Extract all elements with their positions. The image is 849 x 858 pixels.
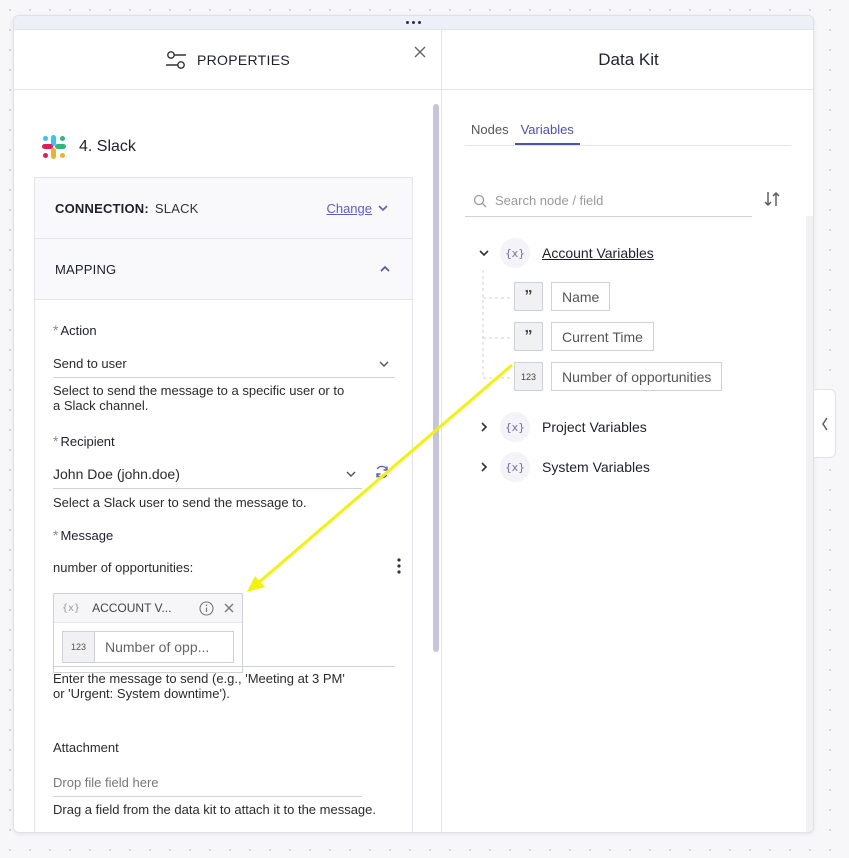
connection-value: SLACK xyxy=(154,200,199,216)
data-kit-title: Data Kit xyxy=(598,49,659,69)
action-field: * Action xyxy=(53,322,395,338)
properties-window: PROPERTIES 4. Slack CONNECTION: SLACK Ch… xyxy=(13,15,814,833)
text-type-icon: ” xyxy=(514,322,543,351)
recipient-value: John Doe (john.doe) xyxy=(53,465,180,482)
search-bar xyxy=(465,185,752,217)
chevron-down-icon xyxy=(346,471,356,477)
variable-name: Number of opportunities xyxy=(551,362,723,391)
group-account-variables[interactable]: {x} Account Variables xyxy=(477,238,654,268)
message-text[interactable]: number of opportunities: xyxy=(53,560,193,575)
variable-item[interactable]: 123 Number of opportunities xyxy=(514,362,723,391)
group-name: Project Variables xyxy=(542,419,647,435)
group-name: System Variables xyxy=(542,459,650,475)
chevron-down-icon xyxy=(479,250,489,257)
message-underline xyxy=(53,666,395,667)
scrollbar[interactable] xyxy=(433,104,439,652)
change-connection-button[interactable]: Change xyxy=(326,201,388,216)
text-type-icon: ” xyxy=(514,282,543,311)
sort-icon[interactable] xyxy=(763,190,781,208)
data-kit-tabs: Nodes Variables xyxy=(465,116,791,146)
connection-row: CONNECTION: SLACK Change xyxy=(35,178,412,239)
token-header: {x} ACCOUNT V... xyxy=(54,594,242,623)
search-input[interactable] xyxy=(495,193,735,208)
message-help: Enter the message to send (e.g., 'Meetin… xyxy=(53,671,345,701)
action-help: Select to send the message to a specific… xyxy=(53,383,345,413)
action-label: * Action xyxy=(53,322,97,338)
chevron-right-icon xyxy=(481,462,488,472)
drag-handle[interactable] xyxy=(14,16,813,30)
variable-token[interactable]: {x} ACCOUNT V... 123 Number of opp... xyxy=(53,593,243,673)
node-title: 4. Slack xyxy=(41,134,136,160)
chevron-up-icon xyxy=(380,265,390,272)
attachment-placeholder: Drop file field here xyxy=(53,775,159,790)
recipient-help: Select a Slack user to send the message … xyxy=(53,495,307,510)
message-label: * Message xyxy=(53,527,114,543)
number-type-icon: 123 xyxy=(514,362,543,391)
variable-icon: {x} xyxy=(500,412,530,442)
more-dots-icon xyxy=(406,21,421,24)
recipient-select[interactable]: John Doe (john.doe) xyxy=(53,459,362,489)
number-type-badge: 123 xyxy=(63,632,95,662)
properties-panel: PROPERTIES 4. Slack CONNECTION: SLACK Ch… xyxy=(14,30,442,832)
scrollbar[interactable] xyxy=(806,216,813,832)
group-system-variables[interactable]: {x} System Variables xyxy=(477,452,650,482)
attachment-label: Attachment xyxy=(53,740,119,755)
node-name: 4. Slack xyxy=(79,138,136,155)
data-kit-header: Data Kit xyxy=(442,30,813,90)
sliders-icon xyxy=(166,50,186,69)
close-icon[interactable] xyxy=(224,603,234,613)
connection-key: CONNECTION: xyxy=(55,200,149,216)
token-value: Number of opp... xyxy=(105,639,210,655)
variable-icon: {x} xyxy=(62,602,81,614)
chevron-right-icon xyxy=(481,422,488,432)
search-icon xyxy=(473,194,487,207)
info-icon[interactable] xyxy=(199,600,214,616)
chevron-down-icon xyxy=(379,361,389,367)
variable-name: Name xyxy=(551,282,611,311)
token-group: ACCOUNT V... xyxy=(92,601,172,615)
refresh-icon[interactable] xyxy=(374,464,390,480)
recipient-field: * Recipient xyxy=(53,433,115,449)
attachment-help: Drag a field from the data kit to attach… xyxy=(53,802,377,817)
mapping-section-header[interactable]: MAPPING xyxy=(35,239,412,300)
action-select[interactable]: Send to user xyxy=(53,350,395,378)
action-value: Send to user xyxy=(53,356,127,371)
group-project-variables[interactable]: {x} Project Variables xyxy=(477,412,647,442)
change-label: Change xyxy=(326,200,372,216)
tab-nodes[interactable]: Nodes xyxy=(465,116,515,145)
mapping-label: MAPPING xyxy=(55,261,117,277)
variable-icon: {x} xyxy=(500,452,530,482)
variable-name: Current Time xyxy=(551,322,654,351)
variable-icon: {x} xyxy=(500,238,530,268)
attachment-dropzone[interactable]: Drop file field here xyxy=(53,769,362,797)
group-name: Account Variables xyxy=(542,245,654,261)
variable-item[interactable]: ” Current Time xyxy=(514,322,654,351)
properties-header: PROPERTIES xyxy=(14,30,441,90)
data-kit-panel: Data Kit Nodes Variables Search node / f… xyxy=(442,30,813,832)
panel-title: PROPERTIES xyxy=(197,51,290,68)
message-field: * Message xyxy=(53,527,113,543)
close-icon[interactable] xyxy=(413,45,427,59)
chevron-left-icon xyxy=(821,417,828,430)
chevron-down-icon xyxy=(378,205,388,212)
slack-logo-icon xyxy=(42,135,66,159)
token-chip[interactable]: 123 Number of opp... xyxy=(62,631,234,663)
tab-variables[interactable]: Variables xyxy=(514,116,580,145)
collapse-handle[interactable] xyxy=(813,389,836,458)
variable-item[interactable]: ” Name xyxy=(514,282,611,311)
recipient-label: * Recipient xyxy=(53,433,115,449)
more-vertical-icon[interactable] xyxy=(396,558,402,574)
